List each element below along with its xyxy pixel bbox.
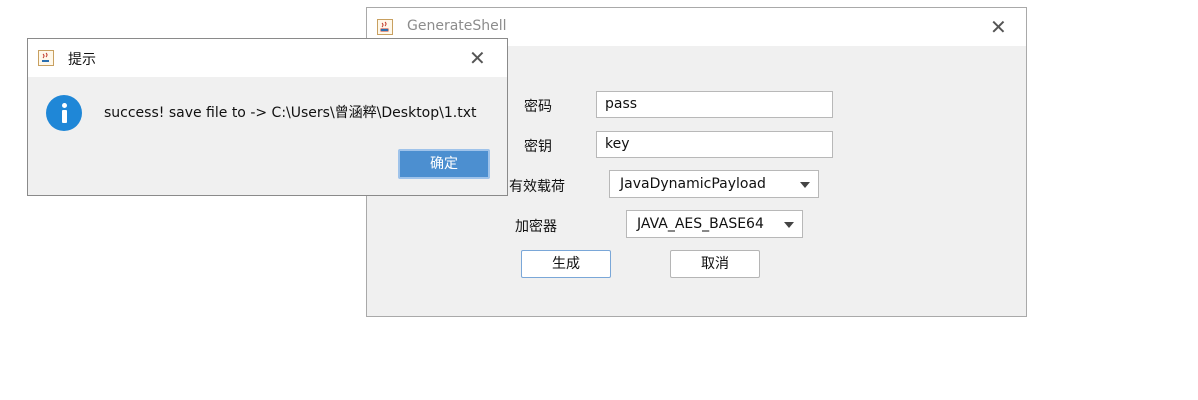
java-coffee-icon	[377, 19, 393, 35]
password-input[interactable]: pass	[596, 91, 833, 118]
password-label: 密码	[524, 99, 552, 115]
close-icon[interactable]: ✕	[469, 48, 486, 68]
chevron-down-icon	[800, 182, 810, 188]
alert-title: 提示	[68, 52, 96, 68]
payload-selected-value: JavaDynamicPayload	[620, 176, 766, 192]
payload-label: 有效载荷	[509, 179, 565, 195]
close-icon[interactable]: ✕	[990, 17, 1007, 37]
key-label: 密钥	[524, 139, 552, 155]
encoder-label: 加密器	[515, 219, 557, 235]
info-icon	[46, 95, 82, 131]
generate-button[interactable]: 生成	[521, 250, 611, 278]
encoder-selected-value: JAVA_AES_BASE64	[637, 216, 764, 232]
encoder-select[interactable]: JAVA_AES_BASE64	[626, 210, 803, 238]
alert-titlebar[interactable]: 提示 ✕	[28, 39, 507, 77]
payload-select[interactable]: JavaDynamicPayload	[609, 170, 819, 198]
alert-message: success! save file to -> C:\Users\曾涵粹\De…	[104, 105, 477, 121]
chevron-down-icon	[784, 222, 794, 228]
key-input[interactable]: key	[596, 131, 833, 158]
alert-dialog: 提示 ✕ success! save file to -> C:\Users\曾…	[27, 38, 508, 196]
cancel-button[interactable]: 取消	[670, 250, 760, 278]
window-title: GenerateShell	[407, 18, 507, 34]
java-coffee-icon	[38, 50, 54, 66]
ok-button[interactable]: 确定	[398, 149, 490, 179]
